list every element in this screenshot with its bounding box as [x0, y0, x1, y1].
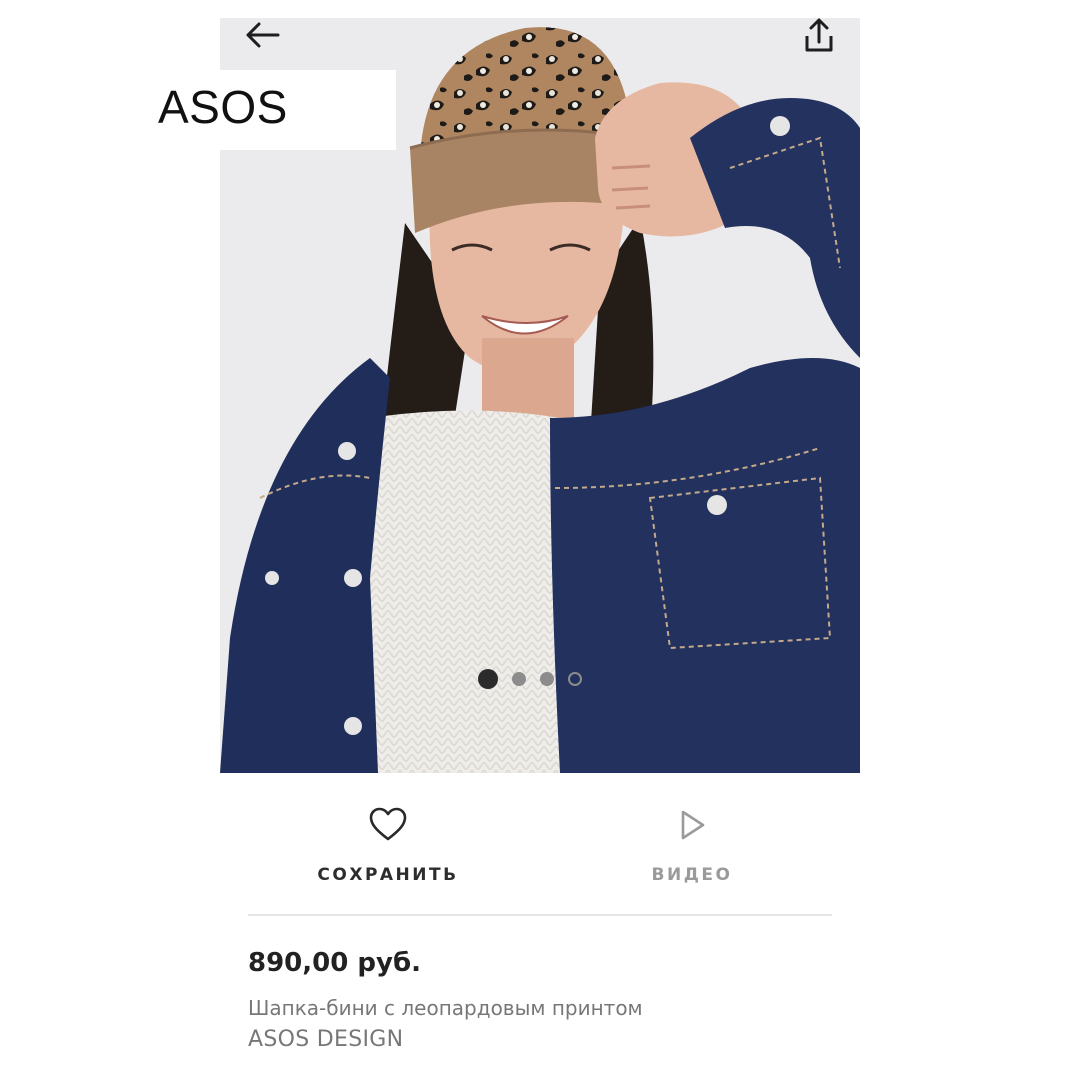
back-button[interactable] [242, 18, 282, 52]
brand-label: ASOS [158, 81, 288, 133]
carousel-dot-1[interactable] [478, 669, 498, 689]
arrow-left-icon [246, 22, 280, 48]
save-button[interactable]: СОХРАНИТЬ [278, 805, 498, 885]
share-icon [805, 18, 833, 52]
product-name: Шапка-бини с леопардовым принтом [248, 996, 643, 1020]
carousel-dot-3[interactable] [540, 672, 554, 686]
share-button[interactable] [800, 16, 838, 56]
carousel-dot-4[interactable] [568, 672, 582, 686]
play-icon [681, 810, 705, 840]
video-button[interactable]: ВИДЕО [582, 805, 802, 885]
product-price: 890,00 руб. [248, 948, 421, 978]
carousel-dot-2[interactable] [512, 672, 526, 686]
divider [248, 914, 832, 916]
carousel-indicator [478, 668, 582, 690]
product-brand: ASOS DESIGN [248, 1027, 404, 1052]
video-label: ВИДЕО [651, 865, 733, 885]
brand-label-box: ASOS [150, 70, 396, 150]
heart-icon [369, 807, 407, 841]
save-label: СОХРАНИТЬ [317, 865, 459, 885]
